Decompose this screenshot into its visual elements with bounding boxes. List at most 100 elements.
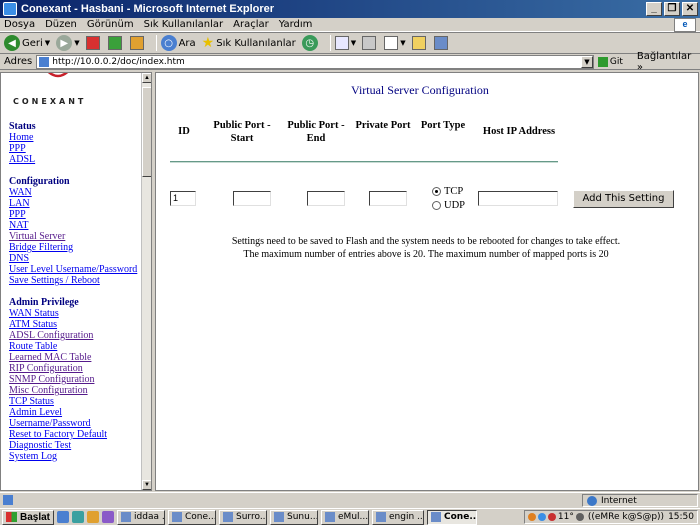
id-input[interactable]: 1 [170,191,196,206]
system-tray: 11° ((eMRe k@S@p)) 15:50 [523,510,698,524]
tcp-option[interactable]: TCP [432,186,463,197]
nav-link-admin-level[interactable]: Admin Level [9,407,141,418]
nav-link-misc-configuration[interactable]: Misc Configuration [9,385,141,396]
task-button[interactable]: Sunu... [270,509,319,525]
nav-link-atm-status[interactable]: ATM Status [9,319,141,330]
close-button[interactable]: ✕ [682,2,698,16]
tray-network-icon[interactable] [537,513,546,521]
messenger-icon [433,36,448,50]
nav-link-ppp[interactable]: PPP [9,209,141,220]
task-button[interactable]: Cone... [168,509,217,525]
tray-clock[interactable]: 15:50 [668,512,694,522]
toolbar-separator [155,35,157,51]
nav-link-lan[interactable]: LAN [9,198,141,209]
window-titlebar[interactable]: Conexant - Hasbani - Microsoft Internet … [0,0,700,18]
task-icon [172,512,183,522]
links-button[interactable]: Bağlantılar » [637,51,700,73]
nav-link-snmp-configuration[interactable]: SNMP Configuration [9,374,141,385]
nav-link-wan-status[interactable]: WAN Status [9,308,141,319]
nav-link-username-password[interactable]: Username/Password [9,418,141,429]
tray-antivirus-icon[interactable] [547,513,556,521]
task-button[interactable]: iddaa ... [117,509,166,525]
tray-temperature: 11° [557,512,574,522]
nav-link-factory-reset[interactable]: Reset to Factory Default [9,429,141,440]
menu-view[interactable]: Görünüm [87,19,134,30]
back-button[interactable]: ◀ Geri ▼ [4,35,50,51]
public-port-start-input[interactable] [233,191,271,206]
task-button-active[interactable]: Cone... [427,509,478,525]
host-ip-input[interactable] [478,191,558,206]
minimize-button[interactable]: _ [646,2,662,16]
mail-button[interactable]: ▼ [334,36,357,50]
quicklaunch-ie-icon[interactable] [57,511,70,523]
nav-link-adsl-configuration[interactable]: ADSL Configuration [9,330,141,341]
private-port-input[interactable] [369,191,407,206]
add-setting-button[interactable]: Add This Setting [573,190,674,208]
nav-link-system-log[interactable]: System Log [9,451,141,462]
nav-link-learned-mac[interactable]: Learned MAC Table [9,352,141,363]
scroll-down-icon[interactable]: ▼ [142,480,151,490]
discuss-button[interactable] [411,36,428,50]
address-input[interactable]: http://10.0.0.2/doc/index.htm ▼ [36,54,594,69]
home-button[interactable] [129,36,146,50]
udp-radio[interactable] [432,201,441,210]
address-url: http://10.0.0.2/doc/index.htm [52,56,185,67]
history-button[interactable]: ◷ [301,35,320,51]
nav-link-save-reboot[interactable]: Save Settings / Reboot [9,275,141,286]
task-icon [274,512,285,522]
conexant-logo-icon [47,73,69,78]
tcp-radio[interactable] [432,187,441,196]
scroll-up-icon[interactable]: ▲ [142,73,151,83]
edit-button[interactable]: ▼ [384,36,406,50]
tray-app-icon[interactable] [527,513,536,521]
windows-flag-icon [6,512,17,522]
task-button[interactable]: eMul... [321,509,370,525]
nav-link-wan[interactable]: WAN [9,187,141,198]
nav-link-ppp-status[interactable]: PPP [9,143,141,154]
address-bar: Adres http://10.0.0.2/doc/index.htm ▼ Gi… [0,51,700,73]
nav-link-user-level-password[interactable]: User Level Username/Password [9,264,141,275]
tray-volume-icon[interactable] [575,513,584,521]
print-button[interactable] [362,36,378,50]
mail-dropdown-icon: ▼ [350,39,357,47]
nav-link-nat[interactable]: NAT [9,220,141,231]
nav-link-home[interactable]: Home [9,132,141,143]
nav-link-rip-configuration[interactable]: RIP Configuration [9,363,141,374]
task-button[interactable]: Surro... [219,509,268,525]
task-icon [223,512,234,522]
menu-help[interactable]: Yardım [279,19,313,30]
quicklaunch-app-icon[interactable] [102,511,115,523]
refresh-button[interactable] [107,36,124,50]
nav-link-diagnostic-test[interactable]: Diagnostic Test [9,440,141,451]
nav-link-bridge-filtering[interactable]: Bridge Filtering [9,242,141,253]
nav-link-tcp-status[interactable]: TCP Status [9,396,141,407]
forward-button[interactable]: ▶ ▼ [56,35,80,51]
messenger-button[interactable] [433,36,450,50]
maximize-button[interactable]: ❐ [664,2,680,16]
address-dropdown-icon[interactable]: ▼ [580,55,593,68]
favorites-button[interactable]: ★ Sık Kullanılanlar [202,35,296,51]
menu-edit[interactable]: Düzen [45,19,77,30]
search-button[interactable]: ○ Ara [160,35,196,51]
internet-globe-icon [587,495,597,506]
menu-file[interactable]: Dosya [4,19,35,30]
go-button[interactable]: Git [597,56,623,67]
quicklaunch-desktop-icon[interactable] [72,511,85,523]
menu-favorites[interactable]: Sık Kullanılanlar [144,19,224,30]
udp-option[interactable]: UDP [432,200,465,211]
scroll-thumb[interactable] [142,87,151,177]
stop-button[interactable] [85,36,102,50]
menu-tools[interactable]: Araçlar [233,19,269,30]
nav-link-dns[interactable]: DNS [9,253,141,264]
history-icon: ◷ [301,35,318,51]
start-button[interactable]: Başlat [2,509,55,525]
nav-link-virtual-server[interactable]: Virtual Server [9,231,141,242]
quicklaunch-media-icon[interactable] [87,511,100,523]
nav-scrollbar[interactable]: ▲ ▼ [141,73,151,490]
nav-link-route-table[interactable]: Route Table [9,341,141,352]
toolbar-separator [329,35,331,51]
page-status-icon [3,495,13,505]
task-button[interactable]: engin ... [372,509,425,525]
nav-link-adsl-status[interactable]: ADSL [9,154,141,165]
public-port-end-input[interactable] [307,191,345,206]
